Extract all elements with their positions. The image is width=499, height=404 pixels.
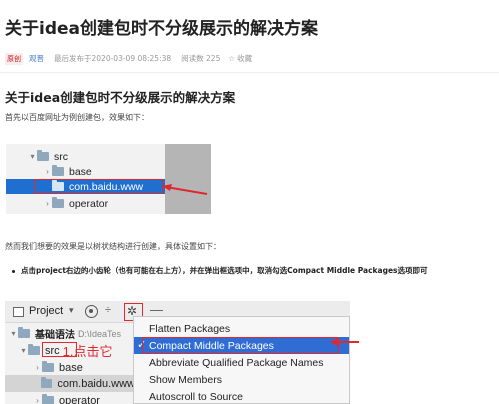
collapse-arrow-icon: › (46, 167, 49, 176)
article-title: 关于idea创建包时不分级展示的解决方案 (5, 19, 318, 39)
tree-item-operator: › operator (5, 392, 135, 404)
collapse-arrow-icon: › (46, 199, 49, 208)
author-link[interactable]: 观晋 (29, 53, 44, 64)
read-count: 阅读数 225 (181, 54, 221, 63)
tree-item-base: › base (5, 359, 135, 376)
expand-arrow-icon: ▾ (21, 346, 26, 355)
folder-icon (42, 361, 54, 372)
tree-item-operator: › operator (6, 196, 165, 211)
bullet-dot (12, 269, 15, 273)
project-view-icon (13, 307, 24, 317)
intro-paragraph: 首先以百度网址为例创建包，效果如下： (5, 113, 149, 122)
screenshot-gray-margin (165, 144, 211, 214)
menu-item-autoscroll-to-source[interactable]: Autoscroll to Source (134, 388, 349, 404)
publish-time: 最后发布于2020-03-09 08:25:38 (54, 54, 172, 63)
locate-target-icon (85, 305, 98, 318)
collapse-arrow-icon: › (36, 396, 39, 404)
menu-item-label: Autoscroll to Source (149, 390, 243, 403)
chevron-down-icon: ▾ (69, 305, 74, 315)
module-path: D:\IdeaTes (78, 328, 122, 339)
folder-icon (52, 165, 64, 176)
annotation-arrow-icon (330, 338, 359, 346)
folder-icon (37, 150, 49, 161)
folder-icon (52, 197, 64, 208)
tree-item-package: com.baidu.www (5, 375, 135, 392)
folder-icon (42, 394, 54, 404)
menu-item-flatten-packages[interactable]: Flatten Packages (134, 320, 349, 337)
menu-item-label: Show Members (149, 373, 222, 386)
section-heading: 关于idea创建包时不分级展示的解决方案 (5, 90, 236, 105)
tree-item-label: operator (69, 197, 109, 210)
instruction-bullet: 点击project右边的小齿轮（也有可能在右上方），并在弹出框选项中，取消勾选C… (12, 265, 428, 276)
folder-icon (18, 327, 30, 338)
menu-item-abbreviate-names[interactable]: Abbreviate Qualified Package Names (134, 354, 349, 371)
menu-item-show-members[interactable]: Show Members (134, 371, 349, 388)
ide-settings-screenshot: Project ▾ ÷ ✲ — ▾ 基础语法 D:\IdeaTes ▾ src … (5, 301, 350, 404)
folder-icon (40, 377, 53, 388)
tree-item-label: base (69, 165, 92, 178)
tree-item-label: com.baidu.www (57, 377, 135, 390)
highlight-box (34, 179, 163, 194)
collapse-all-icon: ÷ (105, 304, 112, 316)
tree-item-module: ▾ 基础语法 D:\IdeaTes (5, 325, 135, 342)
menu-item-label: Flatten Packages (149, 322, 231, 335)
expand-arrow-icon: ▾ (11, 329, 16, 338)
project-label: Project (29, 305, 64, 317)
folder-icon (28, 344, 40, 355)
menu-item-label: Abbreviate Qualified Package Names (149, 356, 324, 369)
article-meta: 原创 观晋 最后发布于2020-03-09 08:25:38 阅读数 225 ☆… (5, 52, 252, 65)
collapse-arrow-icon: › (36, 363, 39, 372)
minus-icon: — (150, 302, 163, 317)
annotation-arrow-icon (162, 184, 208, 195)
tree-item-label: operator (59, 394, 100, 404)
tree-item-src: ▾ src (6, 149, 165, 164)
tree-item-label: src (54, 150, 68, 163)
header-divider (0, 72, 499, 73)
favorite-link[interactable]: 收藏 (237, 53, 252, 64)
settings-dropdown-menu: Flatten Packages ✓ Compact Middle Packag… (133, 316, 350, 404)
menu-highlight-box (142, 337, 339, 354)
star-icon[interactable]: ☆ (228, 54, 235, 63)
original-badge: 原创 (5, 52, 23, 65)
bullet-text: 点击project右边的小齿轮（也有可能在右上方），并在弹出框选项中，取消勾选C… (21, 266, 428, 275)
src-highlight-box (42, 342, 77, 357)
tree-item-label: 基础语法 (35, 330, 75, 341)
expand-arrow-icon: ▾ (30, 152, 35, 161)
tree-item-base: › base (6, 164, 165, 179)
followup-paragraph: 然而我们想要的效果是以树状结构进行创建，具体设置如下： (5, 242, 221, 251)
tree-item-label: base (59, 361, 83, 374)
